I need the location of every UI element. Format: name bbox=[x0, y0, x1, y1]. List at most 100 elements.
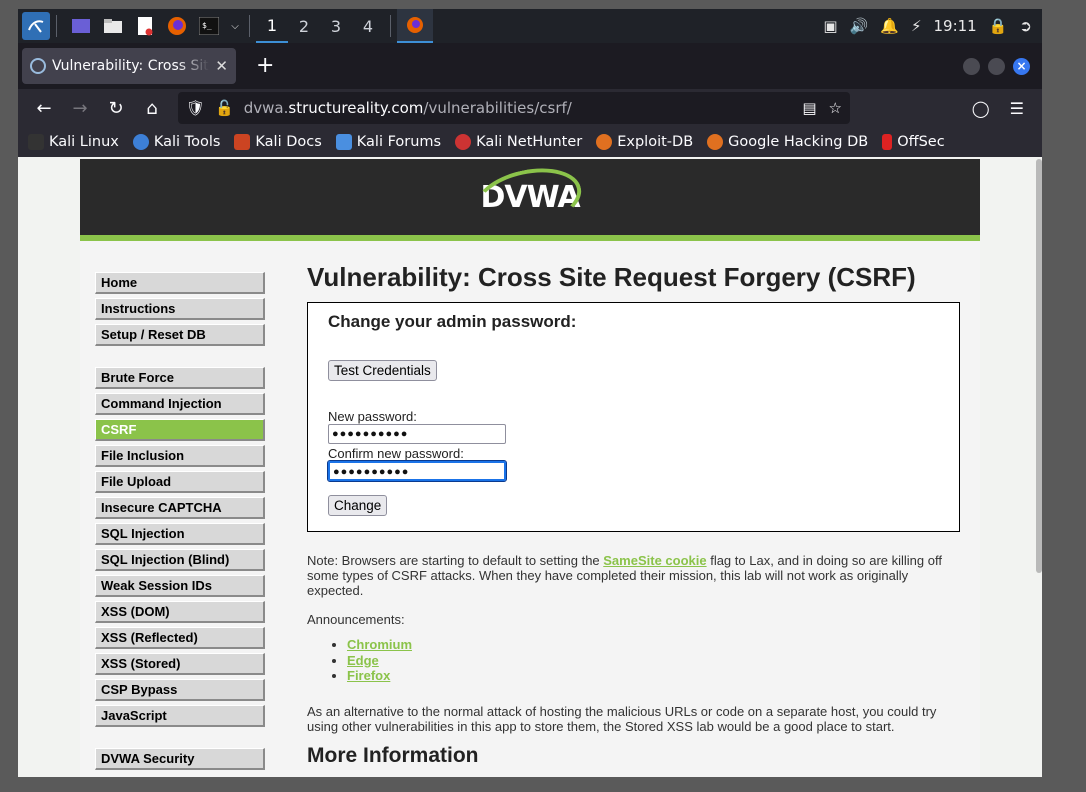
menu-insecure-captcha[interactable]: Insecure CAPTCHA bbox=[95, 497, 265, 519]
volume-icon[interactable]: 🔊 bbox=[850, 17, 869, 35]
edge-link[interactable]: Edge bbox=[347, 653, 379, 668]
taskbar: $_ ⌵ 1 2 3 4 ▣ 🔊 🔔 ⚡ 19:11 🔒 ➲ bbox=[18, 9, 1042, 43]
bookmark-google-hacking-db[interactable]: Google Hacking DB bbox=[707, 134, 868, 150]
shield-icon[interactable]: 🛡 bbox=[186, 99, 205, 117]
desktop-icon[interactable] bbox=[67, 12, 95, 40]
chromium-link[interactable]: Chromium bbox=[347, 637, 412, 652]
url-host: structureality.com bbox=[288, 99, 424, 117]
window-controls: × bbox=[963, 57, 1042, 75]
display-icon[interactable]: ▣ bbox=[823, 17, 837, 35]
dvwa-favicon-icon bbox=[30, 58, 46, 74]
close-tab-icon[interactable]: ✕ bbox=[215, 57, 228, 75]
samesite-cookie-link[interactable]: SameSite cookie bbox=[603, 553, 706, 568]
confirm-password-label: Confirm new password: bbox=[328, 446, 464, 461]
url-prefix: dvwa. bbox=[243, 99, 289, 117]
kali-menu-icon[interactable] bbox=[22, 12, 50, 40]
dvwa-menu: Home Instructions Setup / Reset DB Brute… bbox=[95, 272, 265, 774]
text-editor-icon[interactable] bbox=[131, 12, 159, 40]
ghdb-icon bbox=[707, 134, 724, 150]
menu-csrf[interactable]: CSRF bbox=[95, 419, 265, 441]
menu-javascript[interactable]: JavaScript bbox=[95, 705, 265, 727]
exploit-db-icon bbox=[596, 134, 613, 150]
home-button[interactable]: ⌂ bbox=[134, 93, 170, 123]
logout-icon[interactable]: ➲ bbox=[1019, 17, 1032, 35]
pocket-icon[interactable]: ◯ bbox=[972, 99, 990, 118]
menu-weak-session-ids[interactable]: Weak Session IDs bbox=[95, 575, 265, 597]
power-status-icon[interactable]: ⚡ bbox=[911, 17, 922, 35]
bookmark-exploit-db[interactable]: Exploit-DB bbox=[596, 134, 693, 150]
logo-swoosh bbox=[469, 159, 588, 239]
maximize-button[interactable] bbox=[988, 57, 1005, 75]
bookmark-kali-docs[interactable]: Kali Docs bbox=[234, 134, 322, 150]
terminal-icon[interactable]: $_ bbox=[195, 12, 223, 40]
bookmark-kali-linux[interactable]: Kali Linux bbox=[28, 134, 119, 150]
main-body: Vulnerability: Cross Site Request Forger… bbox=[307, 262, 967, 768]
menu-csp-bypass[interactable]: CSP Bypass bbox=[95, 679, 265, 701]
back-button[interactable]: ← bbox=[26, 93, 62, 123]
page-content[interactable]: DVWA Home Instructions Setup / Reset DB … bbox=[18, 159, 1042, 777]
menu-command-injection[interactable]: Command Injection bbox=[95, 393, 265, 415]
reader-view-icon[interactable]: ▤ bbox=[802, 99, 816, 117]
taskbar-separator bbox=[56, 15, 57, 37]
bookmark-offsec[interactable]: OffSec bbox=[882, 134, 945, 150]
menu-dvwa-security[interactable]: DVWA Security bbox=[95, 748, 265, 770]
menu-file-upload[interactable]: File Upload bbox=[95, 471, 265, 493]
kali-tools-icon bbox=[132, 134, 149, 150]
workspace-1[interactable]: 1 bbox=[256, 9, 288, 43]
change-button[interactable]: Change bbox=[328, 495, 388, 516]
page-scrollbar[interactable] bbox=[1036, 159, 1042, 573]
lock-icon[interactable]: 🔒 bbox=[989, 17, 1008, 35]
alternative-attack-text: As an alternative to the normal attack o… bbox=[307, 703, 937, 734]
menu-setup[interactable]: Setup / Reset DB bbox=[95, 324, 265, 346]
new-tab-button[interactable]: + bbox=[256, 55, 274, 77]
tab-bar: Vulnerability: Cross Site Request Forger… bbox=[18, 43, 1042, 89]
more-information-heading: More Information bbox=[307, 743, 479, 767]
chevron-down-icon[interactable]: ⌵ bbox=[227, 12, 243, 40]
menu-sql-injection-blind[interactable]: SQL Injection (Blind) bbox=[95, 549, 265, 571]
menu-xss-reflected[interactable]: XSS (Reflected) bbox=[95, 627, 265, 649]
list-item: Edge bbox=[347, 653, 967, 669]
menu-xss-dom[interactable]: XSS (DOM) bbox=[95, 601, 265, 623]
menu-file-inclusion[interactable]: File Inclusion bbox=[95, 445, 265, 467]
dvwa-header: DVWA bbox=[80, 159, 980, 241]
clock[interactable]: 19:11 bbox=[934, 17, 977, 35]
firefox-link[interactable]: Firefox bbox=[347, 668, 390, 683]
bell-icon[interactable]: 🔔 bbox=[880, 17, 899, 35]
forward-button[interactable]: → bbox=[62, 93, 98, 123]
bookmark-kali-tools[interactable]: Kali Tools bbox=[132, 134, 220, 150]
files-icon[interactable] bbox=[99, 12, 127, 40]
bookmark-kali-forums[interactable]: Kali Forums bbox=[335, 134, 441, 150]
menu-brute-force[interactable]: Brute Force bbox=[95, 367, 265, 389]
workspace-2[interactable]: 2 bbox=[288, 9, 320, 43]
url-bar[interactable]: 🛡 🔓 dvwa. structureality.com/vulnerabilit… bbox=[178, 92, 850, 124]
workspace-4[interactable]: 4 bbox=[352, 9, 384, 43]
menu-home[interactable]: Home bbox=[95, 272, 265, 294]
menu-xss-stored[interactable]: XSS (Stored) bbox=[95, 653, 265, 675]
firefox-window-button[interactable] bbox=[397, 9, 433, 43]
menu-sql-injection[interactable]: SQL Injection bbox=[95, 523, 265, 545]
taskbar-separator bbox=[249, 15, 250, 37]
kali-forums-icon bbox=[335, 134, 352, 150]
samesite-note: Note: Browsers are starting to default t… bbox=[307, 553, 942, 598]
list-item: Chromium bbox=[347, 637, 967, 653]
announcements-label: Announcements: bbox=[307, 612, 405, 627]
new-password-label: New password: bbox=[328, 409, 417, 424]
workspace-3[interactable]: 3 bbox=[320, 9, 352, 43]
test-credentials-button[interactable]: Test Credentials bbox=[328, 360, 437, 381]
close-window-button[interactable]: × bbox=[1013, 57, 1030, 75]
minimize-button[interactable] bbox=[963, 57, 980, 75]
firefox-icon[interactable] bbox=[163, 12, 191, 40]
reload-button[interactable]: ↻ bbox=[98, 93, 134, 123]
confirm-password-field[interactable]: ●●●●●●●●●● bbox=[327, 460, 507, 482]
tab-csrf[interactable]: Vulnerability: Cross Site Request Forger… bbox=[22, 48, 236, 84]
hamburger-menu-icon[interactable]: ☰ bbox=[1010, 99, 1024, 118]
menu-instructions[interactable]: Instructions bbox=[95, 298, 265, 320]
dvwa-container: DVWA Home Instructions Setup / Reset DB … bbox=[80, 159, 980, 777]
bookmark-star-icon[interactable]: ☆ bbox=[829, 99, 842, 117]
lock-insecure-icon[interactable]: 🔓 bbox=[215, 99, 234, 117]
kali-docs-icon bbox=[234, 134, 251, 150]
bookmarks-toolbar: Kali Linux Kali Tools Kali Docs Kali For… bbox=[18, 127, 1042, 157]
bookmark-kali-nethunter[interactable]: Kali NetHunter bbox=[455, 134, 582, 150]
new-password-field[interactable]: ●●●●●●●●●● bbox=[328, 424, 506, 444]
list-item: Firefox bbox=[347, 668, 967, 684]
